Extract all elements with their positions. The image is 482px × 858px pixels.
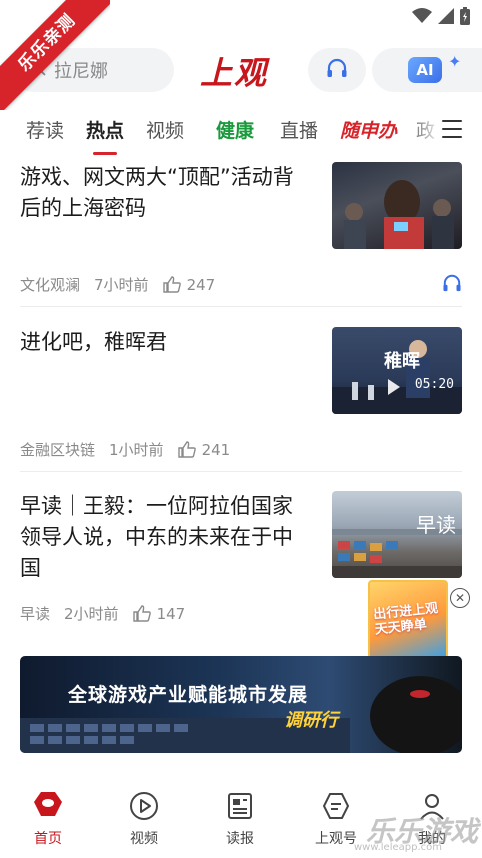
article-meta: 早读 2小时前 147 [20,603,185,624]
thumbnail-caption: 稚晖 [384,351,420,372]
tab-health[interactable]: 健康 [216,116,254,143]
nav-shangguan-account[interactable]: 上观号 [296,790,376,848]
close-icon: ✕ [454,591,466,605]
nav-home[interactable]: 首页 [8,790,88,848]
like-count[interactable]: 247 [162,275,216,294]
article-thumbnail [332,162,462,249]
video-icon [130,792,158,820]
article-thumbnail: 早读 [332,491,462,578]
article-time: 2小时前 [64,605,119,623]
floating-ad-text: 出行进上观 天天睁单 [372,601,439,638]
article-source: 文化观澜 [20,276,81,294]
close-ad-button[interactable]: ✕ [450,588,470,608]
tab-suishenban[interactable]: 随申办 [340,116,397,143]
article-title: 早读｜王毅：一位阿拉伯国家领导人说，中东的未来在于中国 [20,494,293,580]
nav-label: 首页 [34,831,62,847]
article-meta: 金融区块链 1小时前 241 [20,439,230,460]
article-title: 游戏、网文两大“顶配”活动背后的上海密码 [20,165,294,220]
article-source: 早读 [20,605,51,623]
article-title: 进化吧，稚晖君 [20,330,167,354]
video-thumbnail: 稚晖 05:20 [332,327,462,414]
nav-label: 读报 [226,831,254,847]
floating-ad[interactable]: 出行进上观 天天睁单 [368,580,448,660]
app-logo: 上观 [200,54,269,92]
tab-video[interactable]: 视频 [146,116,184,143]
battery-icon [460,7,470,29]
like-count[interactable]: 147 [132,604,186,623]
ribbon-text: 乐乐亲测 [0,0,110,110]
thumbs-up-icon [132,605,151,622]
play-icon [388,379,400,395]
like-number: 241 [201,440,231,459]
sparkle-icon: ✦ [448,52,462,71]
wifi-icon [412,8,432,28]
article-time: 7小时前 [94,276,149,294]
thumbnail-caption: 早读 [416,513,456,537]
article-item[interactable]: 进化吧，稚晖君 稚晖 05:20 金融区块链 1小时前 241 [20,327,462,467]
promo-ribbon: 乐乐亲测 [0,0,110,110]
nav-newspaper[interactable]: 读报 [200,790,280,848]
ai-assistant-button[interactable]: AI ✦ [372,48,482,92]
tab-live[interactable]: 直播 [280,116,318,143]
audio-button[interactable] [308,48,366,92]
headphones-icon [326,58,348,82]
listen-headphones-icon[interactable] [442,274,462,296]
channel-menu-icon[interactable] [442,120,462,144]
banner-subtitle: 调研行 [284,710,338,731]
article-meta: 文化观澜 7小时前 247 [20,274,215,295]
thumbs-up-icon [177,441,196,458]
home-icon [34,792,62,816]
like-number: 147 [156,604,186,623]
signal-icon [438,8,454,28]
tab-hot[interactable]: 热点 [86,116,124,143]
like-number: 247 [186,275,216,294]
nav-label: 上观号 [315,831,357,847]
banner-title: 全球游戏产业赋能城市发展 [68,684,309,706]
article-source: 金融区块链 [20,441,96,459]
article-time: 1小时前 [109,441,164,459]
newspaper-icon [228,793,252,819]
article-item[interactable]: 游戏、网文两大“顶配”活动背后的上海密码 文化观澜 7小时前 247 [20,162,462,302]
nav-video[interactable]: 视频 [104,790,184,848]
nav-label: 视频 [130,831,158,847]
divider [20,471,462,472]
thumbs-up-icon [162,276,181,293]
promo-banner[interactable]: 全球游戏产业赋能城市发展 调研行 [20,656,462,753]
like-count[interactable]: 241 [177,440,231,459]
shangguan-account-icon [322,793,350,819]
divider [20,306,462,307]
channel-tabs: 荐读 热点 视频 健康 直播 随申办 政 [0,110,482,156]
video-duration: 05:20 [414,377,454,392]
tab-recommended[interactable]: 荐读 [26,116,64,143]
watermark-url: www.leleapp.com [353,842,442,853]
ai-badge: AI [408,57,442,83]
